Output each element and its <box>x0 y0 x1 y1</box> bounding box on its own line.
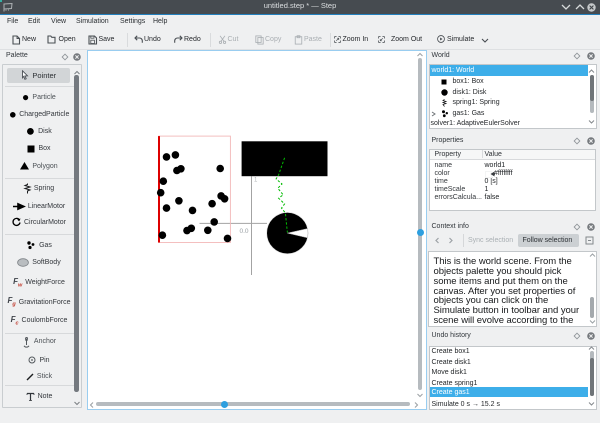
svg-text:1: 1 <box>254 178 258 184</box>
svg-text:0.0: 0.0 <box>240 228 249 235</box>
